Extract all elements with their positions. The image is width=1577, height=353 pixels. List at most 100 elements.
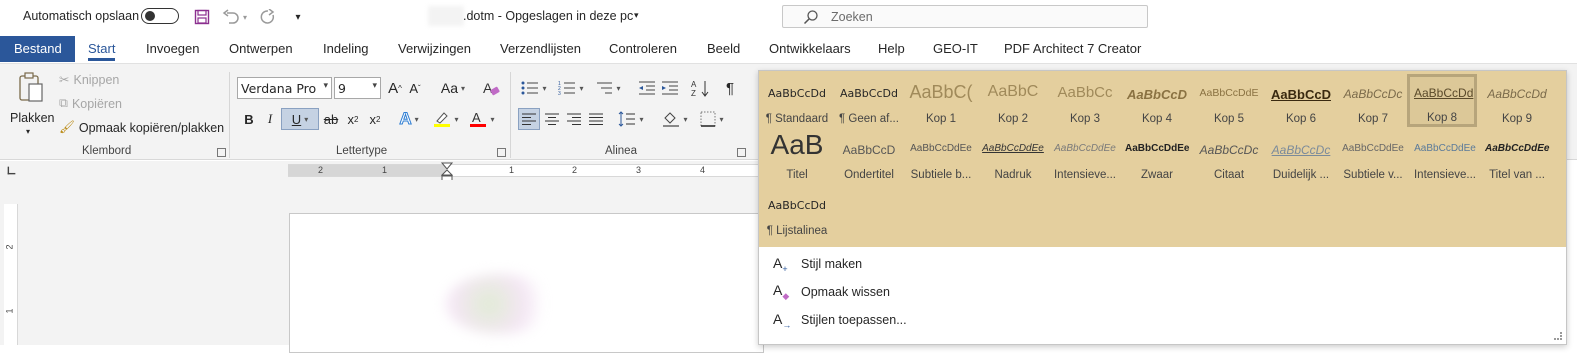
clipboard-launcher-icon[interactable]	[217, 148, 226, 157]
style-kop-2[interactable]: AaBbC Kop 2	[977, 75, 1049, 131]
chevron-down-icon: ▾	[372, 81, 377, 91]
highlight-button[interactable]: ▾	[430, 108, 462, 130]
tab-verzendlijsten[interactable]: Verzendlijsten	[500, 36, 581, 62]
style-ondertitel[interactable]: AaBbCcD Ondertitel	[833, 131, 905, 187]
tab-start[interactable]: Start	[88, 36, 116, 62]
grow-font-button[interactable]: A ^	[386, 77, 404, 99]
style-sample: AaBbCc	[1057, 84, 1113, 101]
style-subtiele-benadrukking[interactable]: AaBbCcDdEe Subtiele b...	[905, 131, 977, 187]
borders-button[interactable]: ▾	[697, 108, 727, 130]
line-spacing-button[interactable]: ▾	[616, 108, 646, 130]
style-intensieve-verwijzing[interactable]: AaBbCcDdEe Intensieve...	[1409, 131, 1481, 187]
redo-icon[interactable]	[258, 7, 278, 27]
autosave-toggle[interactable]	[141, 8, 179, 24]
style-titel[interactable]: AaB Titel	[761, 129, 833, 187]
align-left-button[interactable]	[518, 108, 540, 130]
paragraph-launcher-icon[interactable]	[737, 148, 746, 157]
style-citaat[interactable]: AaBbCcDc Citaat	[1193, 131, 1265, 187]
paste-dropdown-icon[interactable]: ▾	[26, 127, 30, 136]
shrink-font-button[interactable]: Aˇ	[406, 77, 424, 99]
tab-ontwerpen[interactable]: Ontwerpen	[229, 36, 293, 62]
style-kop-9[interactable]: AaBbCcDd Kop 9	[1481, 75, 1553, 131]
sort-button[interactable]: AZ	[690, 77, 712, 99]
style-name: Intensieve...	[1413, 169, 1476, 181]
subscript-button[interactable]: x2	[344, 108, 362, 130]
tab-verwijzingen[interactable]: Verwijzingen	[398, 36, 471, 62]
style-sample: AaBbCcDd	[840, 87, 898, 100]
style-kop-8[interactable]: AaBbCcDd Kop 8	[1407, 74, 1477, 127]
copy-button[interactable]: ⧉ Kopiëren	[59, 96, 122, 111]
style-duidelijk-citaat[interactable]: AaBbCcDc Duidelijk ...	[1265, 131, 1337, 187]
style-name: Kop 8	[1426, 112, 1458, 124]
change-case-button[interactable]: Aa ▾	[438, 77, 468, 99]
numbering-button[interactable]: 1 2 3 ▾	[555, 77, 587, 99]
style-intensieve-nadruk[interactable]: AaBbCcDdEe Intensieve...	[1049, 131, 1121, 187]
tab-selector-icon[interactable]	[7, 166, 16, 175]
indent-marker-icon[interactable]	[441, 162, 453, 182]
underline-button[interactable]: U ▾	[281, 108, 319, 130]
decrease-indent-button[interactable]	[637, 77, 657, 99]
style-kop-3[interactable]: AaBbCc Kop 3	[1049, 75, 1121, 131]
show-formatting-button[interactable]: ¶	[722, 77, 738, 99]
font-color-button[interactable]: A ▾	[466, 108, 498, 130]
clear-formatting-command[interactable]: A◆ Opmaak wissen	[773, 281, 890, 303]
undo-icon[interactable]	[221, 7, 241, 27]
align-right-button[interactable]	[564, 108, 584, 130]
document-page[interactable]	[289, 213, 764, 353]
tab-geo-it[interactable]: GEO-IT	[933, 36, 978, 62]
paste-button[interactable]: Plakken ▾	[10, 70, 54, 138]
tab-ontwikkelaars[interactable]: Ontwikkelaars	[769, 36, 851, 62]
style-sample: AaB	[770, 129, 824, 160]
bullets-button[interactable]: ▾	[518, 77, 550, 99]
clear-all-formatting-button[interactable]: A	[481, 77, 501, 99]
style-kop-7[interactable]: AaBbCcDc Kop 7	[1337, 75, 1409, 131]
style-titel-van-boek[interactable]: AaBbCcDdEe Titel van ...	[1481, 131, 1553, 187]
style-standaard[interactable]: AaBbCcDd ¶ Standaard	[761, 75, 833, 131]
save-icon[interactable]	[192, 7, 212, 27]
tab-help[interactable]: Help	[878, 36, 905, 62]
align-center-button[interactable]	[542, 108, 562, 130]
copy-icon: ⧉	[59, 96, 68, 110]
tab-pdf-architect[interactable]: PDF Architect 7 Creator	[1004, 36, 1141, 62]
tab-indeling[interactable]: Indeling	[323, 36, 369, 62]
customize-toolbar-icon[interactable]: ▾	[288, 7, 308, 27]
horizontal-ruler[interactable]: 2 1 1 2 3 4	[288, 162, 758, 182]
tab-invoegen[interactable]: Invoegen	[146, 36, 200, 62]
cut-button[interactable]: ✂ Knippen	[59, 72, 119, 88]
italic-button[interactable]: I	[263, 108, 277, 130]
vertical-ruler[interactable]: 2 1	[4, 204, 18, 345]
style-kop-4[interactable]: AaBbCcD Kop 4	[1121, 75, 1193, 131]
justify-button[interactable]	[586, 108, 606, 130]
undo-dropdown-icon[interactable]: ▾	[240, 7, 250, 27]
create-style-command[interactable]: A+ Stijl maken	[773, 253, 862, 275]
format-painter-button[interactable]: 🖌 Opmaak kopiëren/plakken	[59, 120, 224, 135]
title-dropdown-icon[interactable]: ▾	[634, 10, 639, 21]
style-subtiele-verwijzing[interactable]: AaBbCcDdEe Subtiele v...	[1337, 131, 1409, 187]
increase-indent-button[interactable]	[660, 77, 680, 99]
tab-controleren[interactable]: Controleren	[609, 36, 677, 62]
style-name: Citaat	[1213, 169, 1245, 181]
resize-grip-icon[interactable]	[1554, 332, 1562, 340]
style-zwaar[interactable]: AaBbCcDdEe Zwaar	[1121, 131, 1193, 187]
strikethrough-button[interactable]: ab	[322, 108, 340, 130]
text-effects-button[interactable]: A ▾	[394, 108, 424, 130]
style-kop-1[interactable]: AaBbC( Kop 1	[905, 75, 977, 131]
tab-beeld[interactable]: Beeld	[707, 36, 740, 62]
search-input[interactable]: Zoeken	[782, 5, 1148, 28]
style-lijstalinea[interactable]: AaBbCcDd ¶ Lijstalinea	[761, 187, 833, 243]
superscript-button[interactable]: x2	[366, 108, 384, 130]
style-kop-5[interactable]: AaBbCcDdE Kop 5	[1193, 75, 1265, 131]
bold-button[interactable]: B	[241, 108, 257, 130]
shading-button[interactable]: ▾	[660, 108, 690, 130]
font-size-combo[interactable]: 9 ▾	[334, 77, 381, 99]
font-name-combo[interactable]: Verdana Pro ▾	[237, 77, 332, 99]
style-kop-6[interactable]: AaBbCcD Kop 6	[1265, 75, 1337, 131]
font-launcher-icon[interactable]	[497, 148, 506, 157]
style-nadruk[interactable]: AaBbCcDdEe Nadruk	[977, 131, 1049, 187]
tab-bestand[interactable]: Bestand	[0, 36, 75, 62]
document-title[interactable]: .dotm - Opgeslagen in deze pc	[463, 9, 633, 23]
style-geen-afstand[interactable]: AaBbCcDd ¶ Geen af...	[833, 75, 905, 131]
apply-styles-command[interactable]: A→ Stijlen toepassen...	[773, 309, 907, 331]
multilevel-list-button[interactable]: ▾	[592, 77, 624, 99]
ruler-number: 2	[4, 244, 15, 250]
